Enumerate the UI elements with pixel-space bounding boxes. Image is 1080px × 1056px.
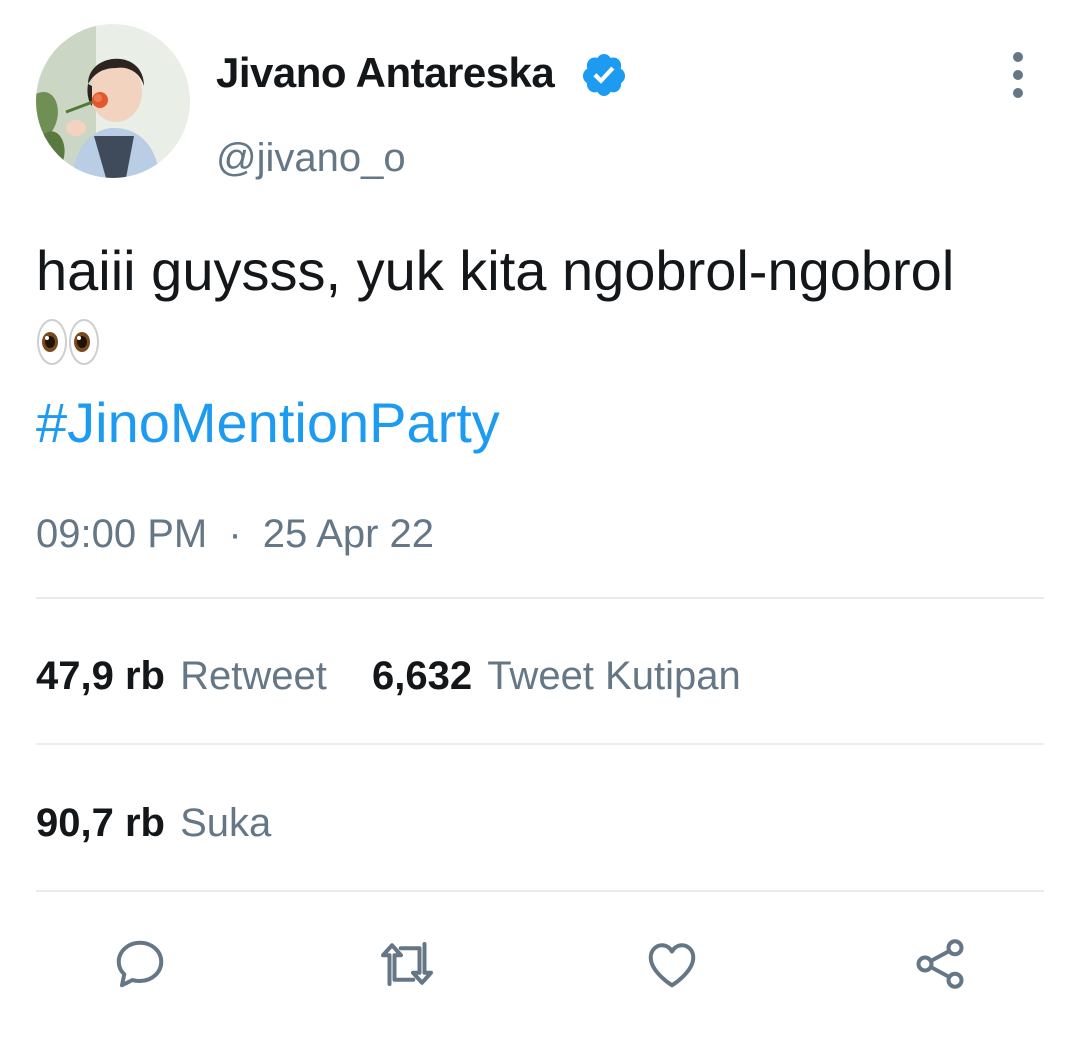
hashtag-link[interactable]: #JinoMentionParty	[36, 388, 500, 458]
more-dot-icon	[1013, 88, 1023, 98]
divider	[36, 597, 1044, 599]
tweet-text: haiii guysss, yuk kita ngobrol-ngobrol	[36, 239, 955, 302]
share-button[interactable]	[908, 932, 972, 996]
quote-tweets-stat[interactable]: 6,632 Tweet Kutipan	[372, 654, 741, 698]
separator-dot: ·	[228, 512, 242, 556]
retweet-button[interactable]	[375, 932, 439, 996]
tweet-time: 09:00 PM	[36, 512, 208, 556]
heart-icon	[648, 943, 696, 988]
like-button[interactable]	[640, 932, 704, 996]
reply-button[interactable]	[108, 932, 172, 996]
reply-icon	[116, 940, 164, 988]
username-handle[interactable]: @jivano_o	[216, 132, 406, 184]
quote-tweet-label: Tweet Kutipan	[487, 654, 741, 698]
eyes-emoji	[36, 316, 100, 368]
more-options-button[interactable]	[998, 52, 1038, 98]
more-dot-icon	[1013, 70, 1023, 80]
tweet-date: 25 Apr 22	[262, 512, 435, 556]
display-name[interactable]: Jivano Antareska	[216, 46, 555, 100]
more-dot-icon	[1013, 52, 1023, 62]
quote-tweet-count: 6,632	[371, 654, 473, 698]
avatar[interactable]	[36, 24, 190, 178]
verified-badge-icon	[583, 54, 625, 96]
share-icon	[916, 939, 964, 989]
retweet-stats-row: 47,9 rb Retweet 6,632 Tweet Kutipan	[36, 650, 741, 702]
like-count: 90,7 rb	[36, 801, 165, 845]
like-label: Suka	[180, 801, 272, 845]
likes-stats-row: 90,7 rb Suka	[36, 797, 271, 849]
timestamp[interactable]: 09:00 PM · 25 Apr 22	[36, 508, 434, 560]
divider	[36, 743, 1044, 745]
profile-photo	[36, 24, 190, 178]
retweet-icon	[381, 942, 433, 986]
retweet-count: 47,9 rb	[36, 654, 165, 698]
retweet-label: Retweet	[180, 654, 327, 698]
eyes-emoji-icon	[37, 319, 99, 365]
likes-stat[interactable]: 90,7 rb Suka	[36, 801, 271, 845]
retweets-stat[interactable]: 47,9 rb Retweet	[36, 654, 338, 698]
divider	[36, 890, 1044, 892]
